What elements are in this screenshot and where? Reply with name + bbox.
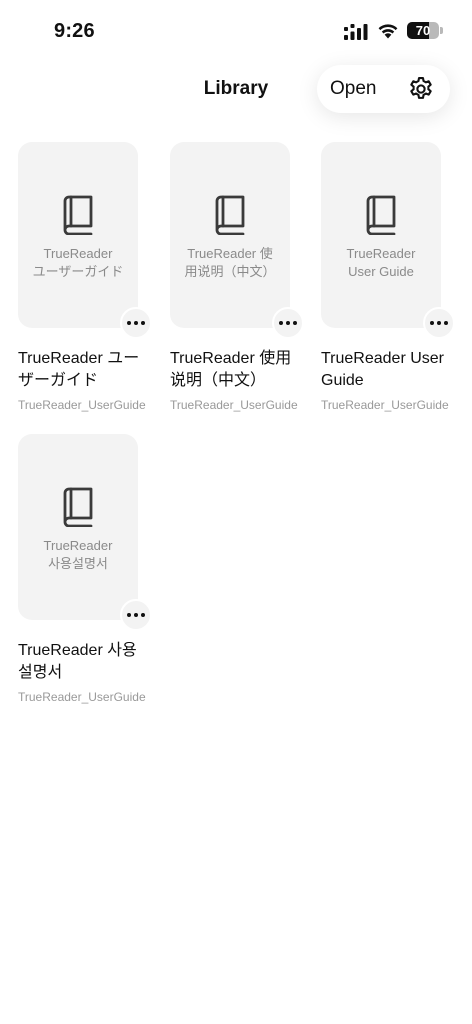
book-filename: TrueReader_UserGuide: [321, 398, 449, 412]
more-dots-icon: [127, 613, 145, 617]
book-filename: TrueReader_UserGuide: [18, 398, 146, 412]
header-actions: Open: [317, 65, 450, 113]
book-item[interactable]: TrueReader 使 用说明（中文） TrueReader 使用说明（中文）…: [170, 142, 310, 412]
book-icon: [63, 195, 93, 235]
more-dots-icon: [279, 321, 297, 325]
more-options-button[interactable]: [120, 599, 152, 631]
book-cover[interactable]: TrueReader 사용설명서: [18, 434, 152, 631]
open-button[interactable]: Open: [330, 65, 376, 113]
book-title: TrueReader 使用说明（中文）: [170, 350, 292, 389]
book-title: TrueReader ユーザーガイド: [18, 350, 140, 389]
book-item[interactable]: TrueReader User Guide TrueReader User Gu…: [321, 142, 461, 412]
book-cover[interactable]: TrueReader 使 用说明（中文）: [170, 142, 304, 339]
cover-title: TrueReader 사용설명서: [43, 538, 113, 571]
cover-title: TrueReader ユーザーガイド: [32, 246, 124, 279]
book-cover[interactable]: TrueReader User Guide: [321, 142, 455, 339]
book-icon: [366, 195, 396, 235]
book-filename: TrueReader_UserGuide: [18, 690, 146, 704]
cellular-signal-icon: [344, 24, 368, 40]
book-title: TrueReader User Guide: [321, 350, 445, 389]
more-dots-icon: [127, 321, 145, 325]
status-time: 9:26: [54, 20, 95, 42]
book-title: TrueReader 사용설명서: [18, 642, 137, 681]
cover-title: TrueReader 使 用说明（中文）: [184, 246, 276, 279]
battery-level: 70: [415, 23, 431, 38]
more-options-button[interactable]: [272, 307, 304, 339]
gear-icon[interactable]: [407, 75, 435, 103]
battery-tip: [440, 27, 443, 34]
book-filename: TrueReader_UserGuide: [170, 398, 298, 412]
battery-indicator: 70: [407, 22, 439, 39]
status-bar: 9:26 70: [0, 0, 472, 64]
wifi-icon: [378, 24, 398, 39]
more-options-button[interactable]: [120, 307, 152, 339]
book-icon: [215, 195, 245, 235]
book-item[interactable]: TrueReader ユーザーガイド TrueReader ユーザーガイド Tr…: [18, 142, 158, 412]
book-icon: [63, 487, 93, 527]
more-dots-icon: [430, 321, 448, 325]
library-screen: 9:26 70 Library Open TrueReader ユーザーガイド …: [0, 0, 472, 1024]
book-cover[interactable]: TrueReader ユーザーガイド: [18, 142, 152, 339]
more-options-button[interactable]: [423, 307, 455, 339]
book-item[interactable]: TrueReader 사용설명서 TrueReader 사용설명서 TrueRe…: [18, 434, 158, 704]
cover-title: TrueReader User Guide: [346, 246, 416, 279]
